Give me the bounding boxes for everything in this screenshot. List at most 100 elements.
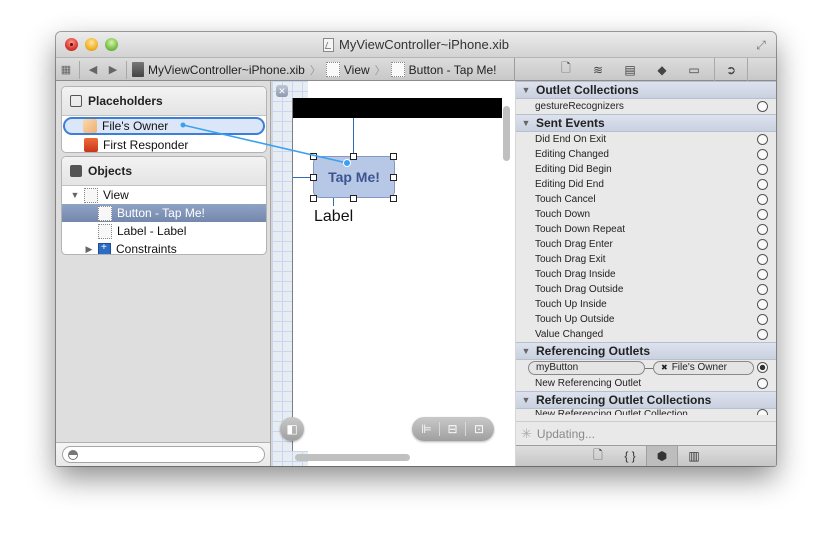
disclosure-expanded-icon[interactable]: ▼ [70,190,80,200]
view-icon [84,187,98,203]
top-constraint[interactable] [353,118,354,156]
connection-circle[interactable] [757,314,768,325]
placeholders-group: Placeholders File's Owner First Responde… [61,86,267,153]
connection-circle[interactable] [757,254,768,265]
connection-circle[interactable] [757,149,768,160]
remove-connection-icon[interactable]: ✖ [661,363,668,372]
new-referencing-outlet-collection-row: New Referencing Outlet Collection [516,409,776,415]
outlet-target-pill[interactable]: ✖ File's Owner [653,361,754,375]
outline-item-label[interactable]: Label - Label [62,222,266,240]
connection-circle[interactable] [757,134,768,145]
editor-toolbar: ▦ ◀ ▶ MyViewController~iPhone.xib 〉 View… [56,57,776,81]
connection-circle[interactable] [757,299,768,310]
resize-handle[interactable] [390,174,397,181]
section-referencing-outlets[interactable]: ▼ Referencing Outlets [516,342,776,360]
close-window-button[interactable] [65,38,78,51]
media-library-tab[interactable]: ▥ [678,446,710,466]
zoom-window-button[interactable] [105,38,118,51]
sent-event-row: Touch Up Outside [516,312,776,327]
outline-item-first-responder[interactable]: First Responder [62,136,266,152]
connection-circle[interactable] [757,378,768,389]
placeholder-cube-icon [70,95,82,107]
back-button[interactable]: ◀ [83,63,103,76]
attributes-inspector-tab[interactable]: ◆ [646,58,678,81]
resize-handle[interactable] [390,153,397,160]
interface-builder-canvas[interactable]: ✕ Tap Me! Label ◧ ⊫ ⊟ ⊡ [272,81,515,466]
outline-item-constraints[interactable]: ▶ Constraints [62,240,266,255]
sent-event-row: Touch Drag Exit [516,252,776,267]
connection-circle[interactable] [757,269,768,280]
toggle-outline-button[interactable]: ◧ [280,417,304,441]
align-button[interactable]: ⊫ [414,422,440,436]
connections-inspector-tab[interactable]: ➲ [714,58,748,81]
related-items-icon[interactable]: ▦ [56,63,76,76]
view-scene[interactable]: Tap Me! Label [292,98,502,451]
chevron-right-icon: 〉 [309,64,321,77]
connection-circle[interactable] [757,164,768,175]
vertical-spacing-constraint[interactable] [333,198,334,206]
sent-event-row: Touch Up Inside [516,297,776,312]
sent-event-row: Touch Cancel [516,192,776,207]
close-scene-icon[interactable]: ✕ [276,85,288,97]
disclosure-expanded-icon[interactable]: ▼ [516,85,536,95]
connection-circle[interactable] [757,329,768,340]
connection-circle[interactable] [757,209,768,220]
resize-handle[interactable] [310,153,317,160]
canvas-vertical-scrollbar[interactable] [503,106,510,161]
chevron-right-icon: 〉 [374,64,386,77]
pin-button[interactable]: ⊟ [440,422,466,436]
resolve-button[interactable]: ⊡ [466,422,492,436]
resize-handle[interactable] [310,195,317,202]
outline-filter-input[interactable] [62,446,265,463]
connection-circle[interactable] [757,194,768,205]
identity-inspector-tab[interactable]: ▤ [614,58,646,81]
sent-event-row: Touch Drag Inside [516,267,776,282]
button-object-icon [390,62,405,77]
object-library-tab[interactable]: ⬢ [646,446,678,466]
objects-cube-icon [70,165,82,177]
connection-circle[interactable] [757,239,768,250]
forward-button[interactable]: ▶ [103,63,123,76]
section-sent-events[interactable]: ▼ Sent Events [516,114,776,132]
code-snippet-library-tab[interactable]: { } [614,446,646,466]
outline-item-button[interactable]: Button - Tap Me! [62,204,266,222]
xcode-window: MyViewController~iPhone.xib ⤢ ▦ ◀ ▶ MyVi… [56,32,776,466]
connection-circle[interactable] [757,179,768,190]
canvas-horizontal-scrollbar[interactable] [295,454,410,461]
sent-event-row: Touch Drag Outside [516,282,776,297]
resize-handle[interactable] [350,153,357,160]
minimize-window-button[interactable] [85,38,98,51]
jumpbar-item-file[interactable]: MyViewController~iPhone.xib [130,62,307,77]
selected-button-tap-me[interactable]: Tap Me! [313,156,395,198]
outlet-name-pill[interactable]: myButton [528,361,645,375]
sent-event-row: Editing Did End [516,177,776,192]
size-inspector-tab[interactable]: ▭ [678,58,710,81]
quick-help-tab[interactable]: ≋ [582,58,614,81]
file-template-library-tab[interactable]: 🗋 [582,446,614,466]
connection-circle[interactable] [757,284,768,295]
jumpbar-item-button[interactable]: Button - Tap Me! [389,62,499,77]
disclosure-collapsed-icon[interactable]: ▶ [84,244,94,255]
spinner-icon: ✳ [521,425,532,441]
connection-circle[interactable] [757,409,768,415]
disclosure-expanded-icon[interactable]: ▼ [516,346,536,356]
disclosure-expanded-icon[interactable]: ▼ [516,118,536,128]
resize-handle[interactable] [390,195,397,202]
resize-handle[interactable] [310,174,317,181]
connection-circle[interactable] [757,101,768,112]
outline-toggle-icon: ◧ [286,422,298,436]
label-element[interactable]: Label [314,208,353,226]
outline-item-files-owner[interactable]: File's Owner [63,117,265,135]
disclosure-expanded-icon[interactable]: ▼ [516,395,536,405]
connection-circle[interactable] [757,224,768,235]
outline-filter-bar [56,442,270,466]
file-inspector-tab[interactable]: 🗋 [550,58,582,81]
outline-item-view[interactable]: ▼ View [62,186,266,204]
resize-handle[interactable] [350,195,357,202]
section-outlet-collections[interactable]: ▼ Outlet Collections [516,81,776,99]
jumpbar-item-view[interactable]: View [324,62,372,77]
section-referencing-outlet-collections[interactable]: ▼ Referencing Outlet Collections [516,391,776,409]
fullscreen-icon[interactable]: ⤢ [754,38,768,52]
connection-circle-filled[interactable] [757,362,768,373]
simulated-status-bar [293,98,502,118]
